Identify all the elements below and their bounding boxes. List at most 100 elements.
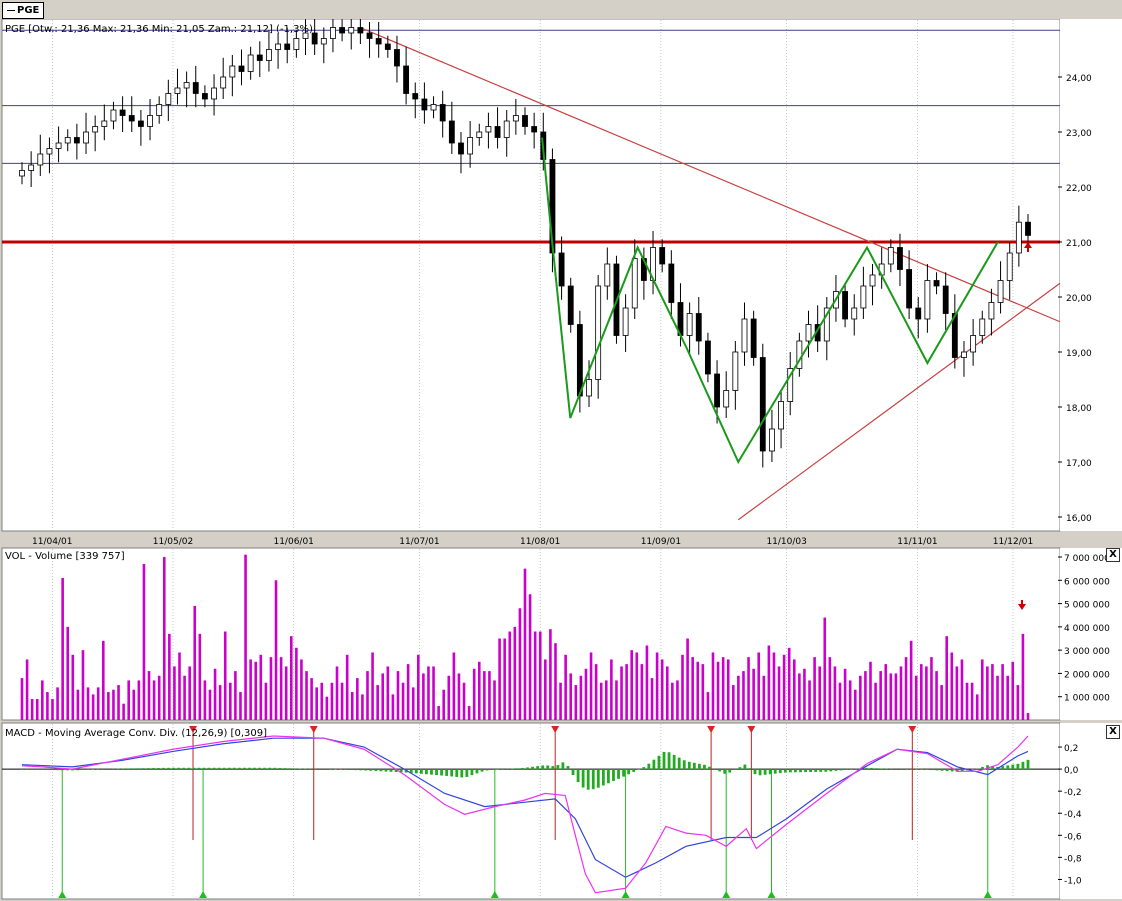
macd-histogram-bar	[86, 769, 90, 770]
volume-bar	[71, 654, 75, 720]
macd-histogram-bar	[465, 769, 469, 777]
macd-histogram-bar	[470, 769, 474, 776]
macd-close-button[interactable]: X	[1106, 725, 1120, 739]
volume-bar	[269, 657, 273, 720]
price-y-tick-label: 19,00	[1066, 349, 1092, 359]
candle-body	[247, 54, 254, 72]
macd-histogram-bar	[76, 769, 80, 771]
volume-bar	[894, 673, 898, 720]
macd-histogram-bar	[521, 767, 524, 770]
candle-body	[512, 115, 519, 122]
candle-body	[284, 43, 291, 50]
volume-bar	[462, 682, 466, 720]
candle-body	[567, 285, 574, 325]
volume-bar	[305, 671, 308, 720]
volume-bar	[91, 694, 95, 720]
macd-histogram-bar	[339, 769, 342, 770]
volume-bar	[401, 682, 405, 720]
macd-histogram-bar	[460, 769, 464, 778]
macd-histogram-bar	[753, 769, 757, 775]
macd-histogram-bar	[349, 769, 352, 770]
candle-body	[668, 263, 675, 303]
macd-histogram-bar	[81, 769, 85, 771]
volume-bar	[493, 680, 496, 720]
macd-histogram-bar	[30, 769, 34, 770]
volume-bar	[264, 682, 268, 720]
macd-histogram-bar	[768, 769, 772, 775]
macd-histogram-bar	[596, 769, 600, 788]
volume-bar	[229, 682, 232, 720]
volume-bar	[198, 633, 202, 720]
volume-bar	[645, 645, 649, 720]
macd-histogram-bar	[829, 769, 833, 772]
volume-bar	[762, 675, 766, 720]
candle-body	[695, 313, 702, 342]
volume-bar	[533, 631, 537, 720]
macd-y-tick-label: -0,4	[1064, 810, 1082, 820]
volume-bar	[279, 657, 283, 720]
candle-body	[704, 340, 711, 375]
volume-bar	[76, 689, 80, 720]
macd-histogram-bar	[642, 767, 646, 770]
macd-histogram-bar	[50, 769, 54, 771]
candle-body	[805, 324, 812, 342]
volume-bar	[610, 659, 613, 720]
volume-bar	[671, 682, 674, 720]
symbol-tab[interactable]: PGE	[2, 2, 45, 19]
volume-bar	[315, 687, 318, 720]
macd-histogram-bar	[136, 768, 140, 770]
volume-bar	[223, 631, 227, 720]
macd-histogram-bar	[435, 769, 438, 776]
macd-histogram-bar	[20, 769, 24, 770]
volume-bar	[564, 654, 567, 720]
macd-histogram-bar	[157, 767, 160, 770]
price-x-tick-label: 11/05/02	[153, 537, 193, 547]
volume-bar	[920, 664, 923, 720]
volume-bar	[747, 657, 750, 720]
macd-histogram-bar	[869, 767, 873, 770]
price-x-tick-label: 11/08/01	[520, 537, 560, 547]
candle-body	[1025, 221, 1031, 236]
volume-bar	[650, 678, 654, 720]
macd-histogram-bar	[222, 767, 226, 770]
volume-bar	[81, 650, 85, 720]
volume-bar	[914, 675, 918, 720]
volume-bar	[808, 680, 811, 720]
macd-histogram-bar	[612, 769, 615, 782]
volume-y-tick-label: 1 000 000	[1064, 694, 1110, 704]
macd-histogram-bar	[778, 769, 782, 774]
macd-histogram-bar	[945, 769, 949, 772]
volume-bar	[945, 636, 949, 720]
macd-histogram-bar	[258, 767, 261, 770]
price-y-tick-label: 21,00	[1066, 239, 1092, 249]
price-y-tick-label: 23,00	[1066, 129, 1092, 139]
symbol-tab-label: PGE	[17, 5, 40, 16]
volume-bar	[213, 668, 217, 720]
macd-histogram-bar	[40, 769, 44, 770]
volume-close-button[interactable]: X	[1106, 548, 1120, 562]
macd-histogram-bar	[591, 769, 595, 790]
macd-histogram-bar	[692, 762, 696, 770]
volume-bar	[391, 694, 395, 720]
candle-body	[311, 32, 318, 45]
volume-bar	[483, 671, 486, 720]
macd-histogram-bar	[556, 765, 560, 770]
volume-y-tick-label: 5 000 000	[1064, 601, 1110, 611]
candle-body	[37, 153, 44, 166]
macd-histogram-bar	[728, 769, 732, 773]
volume-bar	[274, 580, 278, 720]
volume-bar	[477, 661, 481, 720]
volume-bar	[142, 563, 146, 720]
candle-body	[622, 307, 629, 336]
macd-histogram-bar	[758, 769, 762, 776]
volume-bar	[828, 657, 832, 720]
volume-bar	[986, 666, 989, 720]
candle-body	[394, 49, 400, 67]
price-x-tick-label: 11/09/01	[641, 537, 681, 547]
macd-histogram-bar	[263, 767, 267, 770]
macd-histogram-bar	[248, 767, 251, 770]
volume-bar	[452, 652, 456, 720]
macd-histogram-bar	[566, 766, 570, 770]
volume-bar	[726, 659, 730, 720]
macd-histogram-bar	[425, 769, 428, 775]
